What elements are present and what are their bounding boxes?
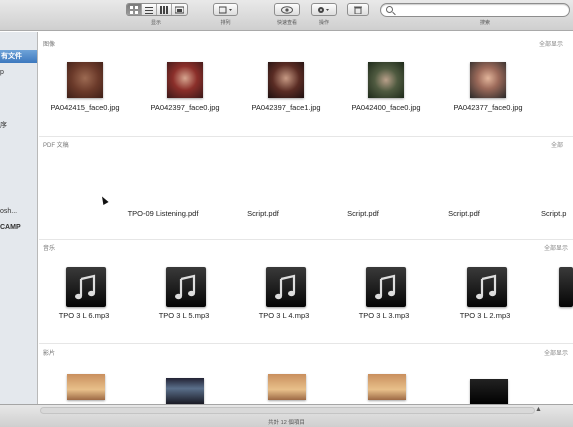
icon-view-button[interactable] [127, 4, 142, 15]
section-divider [39, 136, 573, 137]
photo-thumbnail[interactable] [268, 62, 304, 98]
file-label[interactable]: Script.pdf [215, 209, 311, 219]
view-label: 显示 [150, 20, 161, 26]
music-note-icon [175, 274, 196, 300]
video-thumbnail[interactable] [470, 379, 508, 404]
file-label[interactable]: PA042377_face0.jpg [440, 103, 536, 113]
music-file-icon[interactable] [467, 267, 507, 307]
file-label[interactable]: TPO 3 L 2.mp3 [437, 311, 533, 321]
sidebar: 有文件 p 序 osh... CAMP [0, 32, 38, 404]
trash-button[interactable] [347, 3, 369, 16]
file-label[interactable]: PA042397_face1.jpg [238, 103, 334, 113]
video-thumbnail[interactable] [268, 374, 306, 400]
file-label[interactable]: TPO 3 L 5.mp3 [136, 311, 232, 321]
section-header-pdf: PDF 文稿 [43, 143, 69, 149]
coverflow-view-button[interactable] [172, 4, 187, 15]
file-browser: 图像 全部显示 PA042415_face0.jpg PA042397_face… [39, 32, 573, 404]
music-file-icon[interactable] [166, 267, 206, 307]
action-label: 操作 [318, 20, 329, 26]
zoom-slider-icon[interactable]: ▲ [535, 406, 542, 413]
music-file-icon[interactable] [66, 267, 106, 307]
file-label[interactable]: Script.pdf [416, 209, 512, 219]
file-label[interactable]: TPO-09 Listening.pdf [115, 209, 211, 219]
file-label[interactable]: PA042397_face0.jpg [137, 103, 233, 113]
arrange-icon [218, 6, 232, 13]
sidebar-item-applications[interactable]: 序 [0, 120, 7, 130]
list-view-button[interactable] [142, 4, 157, 15]
toolbar: 显示 排列 快速查看 操作 搜索 [0, 0, 573, 31]
horizontal-scrollbar[interactable] [40, 407, 535, 414]
photo-thumbnail[interactable] [470, 62, 506, 98]
list-icon [145, 6, 153, 14]
music-file-icon[interactable] [559, 267, 573, 307]
file-label[interactable]: PA042400_face0.jpg [338, 103, 434, 113]
music-note-icon [75, 274, 96, 300]
photo-thumbnail[interactable] [167, 62, 203, 98]
show-all-images-link[interactable]: 全部显示 [539, 39, 563, 48]
sidebar-item-p[interactable]: p [0, 69, 4, 76]
file-label[interactable]: Script.pdf [315, 209, 411, 219]
music-note-icon [476, 274, 497, 300]
arrange-button[interactable] [213, 3, 238, 16]
photo-thumbnail[interactable] [368, 62, 404, 98]
search-label: 搜索 [479, 20, 490, 26]
grid-icon [130, 5, 138, 14]
sidebar-item-camp[interactable]: CAMP [0, 224, 21, 231]
section-header-movies: 影片 [43, 351, 56, 357]
file-label[interactable]: TPO 3 L 3.mp3 [336, 311, 432, 321]
music-note-icon [375, 274, 396, 300]
file-label[interactable]: TPO 3 L 4.mp3 [236, 311, 332, 321]
show-all-pdf-link[interactable]: 全部 [551, 140, 563, 149]
action-button[interactable] [311, 3, 337, 16]
status-bar: ▲ 共計 12 個項目 [0, 404, 573, 427]
gear-icon [318, 6, 329, 13]
show-all-movies-link[interactable]: 全部显示 [544, 348, 568, 357]
column-view-button[interactable] [157, 4, 172, 15]
search-field[interactable] [380, 3, 570, 17]
quicklook-label: 快速查看 [276, 20, 297, 26]
video-thumbnail[interactable] [67, 374, 105, 400]
quicklook-button[interactable] [274, 3, 300, 16]
trash-icon [354, 6, 362, 14]
file-label[interactable]: TPO 3 L 6.mp3 [39, 311, 132, 321]
photo-thumbnail[interactable] [67, 62, 103, 98]
music-note-icon [275, 274, 296, 300]
eye-icon [281, 5, 293, 14]
search-icon [386, 6, 393, 13]
coverflow-icon [175, 6, 184, 13]
sidebar-item-all-files[interactable]: 有文件 [0, 50, 37, 63]
section-header-music: 音乐 [43, 246, 56, 252]
view-mode-segmented-control[interactable] [126, 3, 188, 16]
sidebar-item-device[interactable]: osh... [0, 208, 17, 215]
file-label[interactable]: Script.p [541, 209, 573, 219]
section-divider [39, 343, 573, 344]
video-thumbnail[interactable] [166, 378, 204, 404]
music-file-icon[interactable] [366, 267, 406, 307]
video-thumbnail[interactable] [368, 374, 406, 400]
section-header-images: 图像 [43, 42, 56, 48]
arrange-label: 排列 [220, 20, 231, 26]
section-divider [39, 239, 573, 240]
show-all-music-link[interactable]: 全部显示 [544, 243, 568, 252]
columns-icon [160, 5, 168, 14]
file-label[interactable]: PA042415_face0.jpg [39, 103, 133, 113]
music-file-icon[interactable] [266, 267, 306, 307]
item-count-text: 共計 12 個項目 [268, 420, 305, 426]
